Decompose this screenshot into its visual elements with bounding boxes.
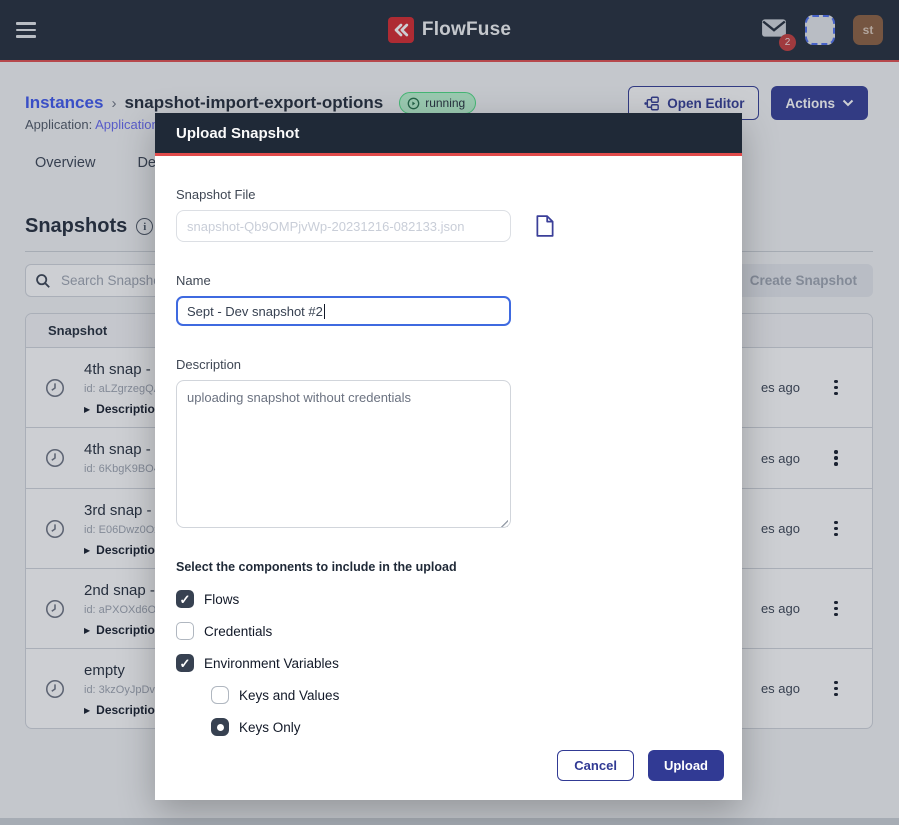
components-label: Select the components to include in the … (176, 560, 721, 574)
component-option: Flows (176, 590, 721, 608)
component-options: Flows Credentials Environment Variables … (176, 590, 721, 736)
snapshot-file-input (176, 210, 511, 242)
radio-button[interactable] (211, 686, 229, 704)
dialog-title: Upload Snapshot (176, 125, 299, 142)
radio-button[interactable] (211, 718, 229, 736)
component-option: Keys Only (211, 718, 721, 736)
upload-button[interactable]: Upload (648, 750, 724, 781)
upload-snapshot-dialog: Upload Snapshot Snapshot File Name Sept … (155, 113, 742, 800)
text-caret (324, 304, 325, 319)
snapshot-file-label: Snapshot File (176, 187, 721, 202)
name-value: Sept - Dev snapshot #2 (187, 304, 323, 319)
file-picker-button[interactable] (535, 214, 555, 238)
component-option: Keys and Values (211, 686, 721, 704)
checkbox[interactable] (176, 654, 194, 672)
component-option: Environment Variables (176, 654, 721, 672)
name-label: Name (176, 273, 721, 288)
document-icon (535, 214, 555, 238)
dialog-header: Upload Snapshot (155, 113, 742, 156)
app-screen: FlowFuse 2 st Instances › snapshot-impor… (0, 0, 899, 825)
checkbox[interactable] (176, 622, 194, 640)
description-textarea[interactable]: uploading snapshot without credentials (176, 380, 511, 528)
cancel-button[interactable]: Cancel (557, 750, 634, 781)
description-label: Description (176, 357, 721, 372)
name-input[interactable]: Sept - Dev snapshot #2 (176, 296, 511, 326)
checkbox[interactable] (176, 590, 194, 608)
component-option: Credentials (176, 622, 721, 640)
